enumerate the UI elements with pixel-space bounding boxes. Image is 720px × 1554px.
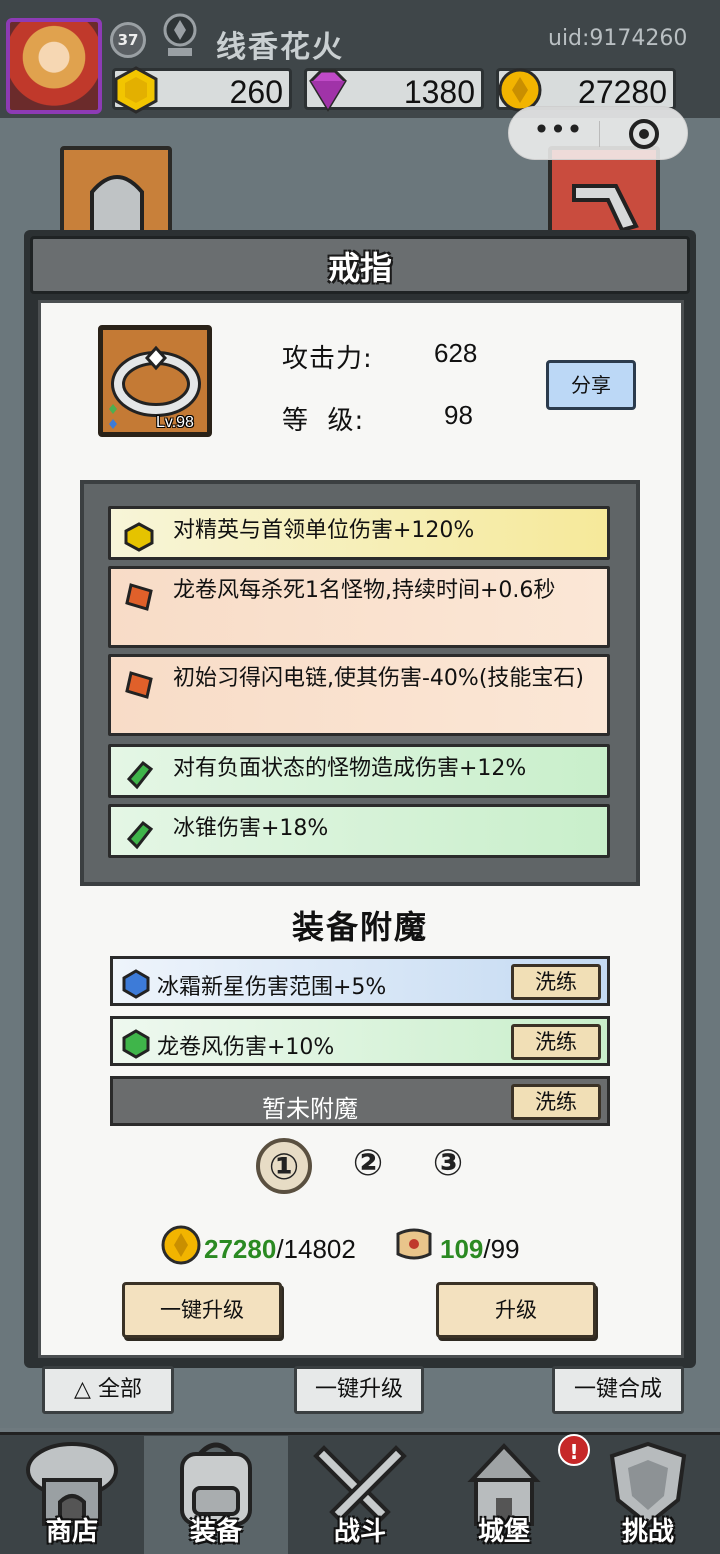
orange-gem-icon: [125, 671, 153, 699]
player-level-badge: 37: [110, 22, 146, 58]
enchant-row: 冰霜新星伤害范围+5% 洗练: [110, 956, 610, 1006]
affix-row: 对精英与首领单位伤害+120%: [108, 506, 610, 560]
affix-row: 对有负面状态的怪物造成伤害+12%: [108, 744, 610, 798]
socket-gems-icon: [109, 404, 117, 429]
nav-castle[interactable]: 城堡: [432, 1436, 576, 1554]
reroll-button[interactable]: 洗练: [511, 964, 601, 1000]
more-menu-icon[interactable]: •••: [533, 115, 583, 151]
nav-battle-label: 战斗: [333, 1517, 386, 1547]
diamond-icon: [309, 69, 347, 112]
nav-equip[interactable]: 装备: [144, 1436, 288, 1554]
nav-challenge-label: 挑战: [621, 1517, 674, 1547]
enchant-page-3[interactable]: ③: [420, 1138, 476, 1194]
miniapp-capsule: •••: [508, 106, 688, 160]
player-uid: uid:9174260: [548, 26, 688, 51]
orange-gem-icon: [125, 583, 153, 611]
attack-label: 攻击力:: [282, 344, 373, 374]
enchant-empty-text: 暂未附魔: [262, 1095, 358, 1123]
enchant-row-empty: 暂未附魔 洗练: [110, 1076, 610, 1126]
level-value: 98: [444, 400, 473, 430]
coin-required: /14802: [276, 1234, 356, 1264]
scroll-icon: [396, 1228, 432, 1260]
one-click-upgrade-button[interactable]: 一键升级: [122, 1282, 282, 1338]
scroll-owned: 109: [440, 1234, 484, 1264]
reroll-button[interactable]: 洗练: [511, 1024, 601, 1060]
nav-challenge[interactable]: 挑战: [576, 1436, 720, 1554]
enchant-text: 龙卷风伤害+10%: [157, 1035, 335, 1060]
attack-value: 628: [434, 338, 478, 368]
enchant-text: 冰霜新星伤害范围+5%: [157, 975, 387, 1000]
gold-bar-value: 260: [229, 74, 283, 110]
green-gem-icon: [126, 760, 154, 790]
reroll-button[interactable]: 洗练: [511, 1084, 601, 1120]
nav-shop-label: 商店: [45, 1517, 98, 1547]
nav-castle-label: 城堡: [477, 1517, 530, 1547]
affix-row: 龙卷风每杀死1名怪物,持续时间+0.6秒: [108, 566, 610, 648]
affix-row: 冰锥伤害+18%: [108, 804, 610, 858]
player-name: 线香花火: [216, 30, 344, 65]
bulk-merge-button[interactable]: 一键合成: [552, 1366, 684, 1414]
coin-owned: 27280: [204, 1234, 277, 1264]
item-level-label: Lv.98: [156, 414, 194, 431]
filter-all-button[interactable]: △ 全部: [42, 1366, 174, 1414]
coin-cost: 27280/14802: [204, 1234, 356, 1265]
enchant-page-1[interactable]: ①: [256, 1138, 312, 1194]
scroll-cost: 109/99: [440, 1234, 520, 1265]
affix-text: 对精英与首领单位伤害+120%: [173, 518, 475, 543]
nav-equip-label: 装备: [189, 1517, 242, 1547]
enchant-row: 龙卷风伤害+10% 洗练: [110, 1016, 610, 1066]
yellow-gem-icon: [124, 522, 154, 552]
affix-text: 龙卷风每杀死1名怪物,持续时间+0.6秒: [173, 578, 556, 603]
level-label: 等 级:: [282, 406, 365, 436]
ring-icon: [111, 345, 201, 417]
affix-text: 初始习得闪电链,使其伤害-40%(技能宝石): [173, 666, 584, 691]
blue-gem-icon: [122, 969, 150, 999]
filter-all-label: 全部: [97, 1377, 142, 1402]
close-miniapp-icon[interactable]: [629, 119, 659, 149]
coin-resource[interactable]: 27280: [496, 68, 676, 112]
enchant-title: 装备附魔: [291, 908, 428, 946]
diamond-resource[interactable]: 1380: [304, 68, 484, 112]
affix-row: 初始习得闪电链,使其伤害-40%(技能宝石): [108, 654, 610, 736]
bulk-upgrade-button[interactable]: 一键升级: [294, 1366, 424, 1414]
gloves-icon: [572, 184, 639, 233]
nav-battle[interactable]: 战斗: [288, 1436, 432, 1554]
affix-text: 对有负面状态的怪物造成伤害+12%: [173, 756, 527, 781]
green-gem-icon: [126, 820, 154, 850]
green-gem-icon: [122, 1029, 150, 1059]
coin-icon: [161, 1225, 201, 1265]
filter-icon: △: [74, 1377, 98, 1402]
nav-shop[interactable]: 商店: [0, 1436, 144, 1554]
scroll-required: /99: [483, 1234, 520, 1264]
affix-text: 冰锥伤害+18%: [173, 816, 329, 841]
enchant-page-2[interactable]: ②: [340, 1138, 396, 1194]
upgrade-button[interactable]: 升级: [436, 1282, 596, 1338]
player-avatar[interactable]: [6, 18, 102, 114]
diamond-value: 1380: [403, 74, 475, 110]
gold-bar-resource[interactable]: 260: [112, 66, 292, 114]
ring-item-frame: [98, 325, 212, 437]
share-button[interactable]: 分享: [546, 360, 636, 410]
modal-title: 戒指: [327, 249, 392, 287]
capsule-divider: [599, 121, 600, 147]
gold-gem-icon: [114, 66, 158, 114]
rank-trophy-icon: [163, 13, 197, 56]
